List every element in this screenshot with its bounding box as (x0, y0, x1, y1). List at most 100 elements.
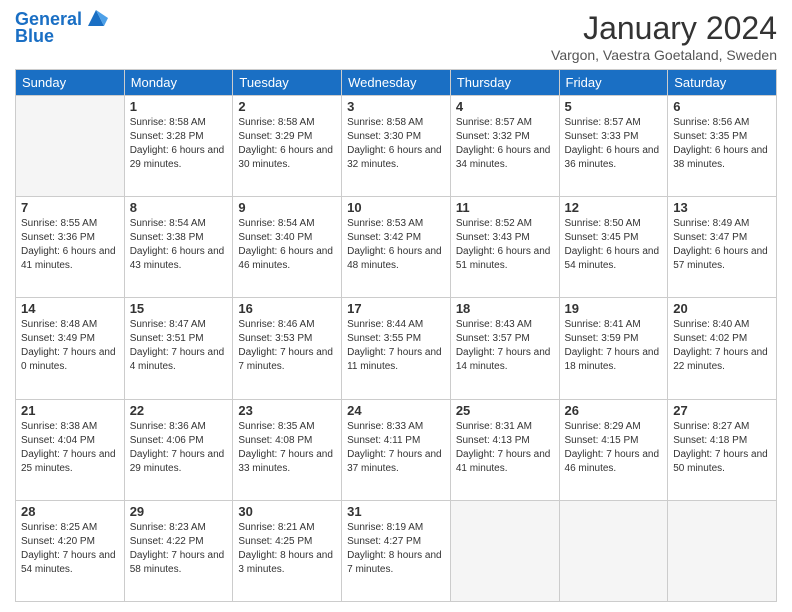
day-info: Sunrise: 8:41 AMSunset: 3:59 PMDaylight:… (565, 318, 663, 374)
day-number: 14 (21, 301, 119, 316)
calendar-cell (16, 96, 125, 197)
day-number: 6 (673, 99, 771, 114)
week-row-2: 7 Sunrise: 8:55 AMSunset: 3:36 PMDaylight… (16, 197, 777, 298)
day-number: 15 (130, 301, 228, 316)
calendar-cell: 26Sunrise: 8:29 AMSunset: 4:15 PMDayligh… (559, 399, 668, 500)
day-info: Sunrise: 8:47 AMSunset: 3:51 PMDaylight:… (130, 318, 228, 374)
day-number: 3 (347, 99, 445, 114)
day-info: Sunrise: 8:23 AMSunset: 4:22 PMDaylight:… (130, 521, 228, 577)
calendar-cell: 31 Sunrise: 8:19 AMSunset: 4:27 PMDayligh… (342, 500, 451, 601)
day-info: Sunrise: 8:40 AMSunset: 4:02 PMDaylight:… (673, 318, 771, 374)
day-number: 2 (238, 99, 336, 114)
day-info: Sunrise: 8:35 AMSunset: 4:08 PMDaylight:… (238, 420, 336, 476)
day-header-friday: Friday (559, 70, 668, 96)
calendar-cell: 7 Sunrise: 8:55 AMSunset: 3:36 PMDaylight… (16, 197, 125, 298)
month-title: January 2024 (551, 10, 777, 47)
day-info: Sunrise: 8:21 AMSunset: 4:25 PMDaylight:… (238, 521, 336, 577)
calendar-cell: 1 Sunrise: 8:58 AMSunset: 3:28 PMDaylight… (124, 96, 233, 197)
day-info: Sunrise: 8:58 AMSunset: 3:28 PMDaylight:… (130, 116, 228, 172)
page: General Blue January 2024 Vargon, Vaestr… (0, 0, 792, 612)
calendar-cell: 17 Sunrise: 8:44 AMSunset: 3:55 PMDayligh… (342, 298, 451, 399)
day-number: 20 (673, 301, 771, 316)
calendar-cell: 21Sunrise: 8:38 AMSunset: 4:04 PMDayligh… (16, 399, 125, 500)
day-header-wednesday: Wednesday (342, 70, 451, 96)
day-number: 9 (238, 200, 336, 215)
calendar-cell: 11 Sunrise: 8:52 AMSunset: 3:43 PMDayligh… (450, 197, 559, 298)
location-subtitle: Vargon, Vaestra Goetaland, Sweden (551, 47, 777, 63)
calendar-cell: 9Sunrise: 8:54 AMSunset: 3:40 PMDaylight… (233, 197, 342, 298)
day-info: Sunrise: 8:46 AMSunset: 3:53 PMDaylight:… (238, 318, 336, 374)
calendar-cell: 2 Sunrise: 8:58 AMSunset: 3:29 PMDaylight… (233, 96, 342, 197)
day-number: 7 (21, 200, 119, 215)
day-info: Sunrise: 8:56 AMSunset: 3:35 PMDaylight:… (673, 116, 771, 172)
logo-icon (84, 6, 108, 30)
calendar-cell: 14 Sunrise: 8:48 AMSunset: 3:49 PMDayligh… (16, 298, 125, 399)
day-number: 22 (130, 403, 228, 418)
day-number: 31 (347, 504, 445, 519)
day-number: 5 (565, 99, 663, 114)
day-info: Sunrise: 8:50 AMSunset: 3:45 PMDaylight:… (565, 217, 663, 273)
title-block: January 2024 Vargon, Vaestra Goetaland, … (551, 10, 777, 63)
calendar-cell: 5 Sunrise: 8:57 AMSunset: 3:33 PMDaylight… (559, 96, 668, 197)
week-row-4: 21Sunrise: 8:38 AMSunset: 4:04 PMDayligh… (16, 399, 777, 500)
day-header-saturday: Saturday (668, 70, 777, 96)
calendar-cell: 4Sunrise: 8:57 AMSunset: 3:32 PMDaylight… (450, 96, 559, 197)
day-info: Sunrise: 8:58 AMSunset: 3:29 PMDaylight:… (238, 116, 336, 172)
day-info: Sunrise: 8:38 AMSunset: 4:04 PMDaylight:… (21, 420, 119, 476)
calendar-cell: 13 Sunrise: 8:49 AMSunset: 3:47 PMDayligh… (668, 197, 777, 298)
calendar-cell: 27 Sunrise: 8:27 AMSunset: 4:18 PMDayligh… (668, 399, 777, 500)
day-number: 1 (130, 99, 228, 114)
calendar-cell: 23 Sunrise: 8:35 AMSunset: 4:08 PMDayligh… (233, 399, 342, 500)
day-info: Sunrise: 8:49 AMSunset: 3:47 PMDaylight:… (673, 217, 771, 273)
calendar-cell (450, 500, 559, 601)
day-info: Sunrise: 8:57 AMSunset: 3:33 PMDaylight:… (565, 116, 663, 172)
calendar-cell: 24Sunrise: 8:33 AMSunset: 4:11 PMDayligh… (342, 399, 451, 500)
calendar-cell: 3 Sunrise: 8:58 AMSunset: 3:30 PMDaylight… (342, 96, 451, 197)
day-info: Sunrise: 8:33 AMSunset: 4:11 PMDaylight:… (347, 420, 445, 476)
day-info: Sunrise: 8:52 AMSunset: 3:43 PMDaylight:… (456, 217, 554, 273)
calendar-cell: 30 Sunrise: 8:21 AMSunset: 4:25 PMDayligh… (233, 500, 342, 601)
day-info: Sunrise: 8:27 AMSunset: 4:18 PMDaylight:… (673, 420, 771, 476)
calendar-cell: 12 Sunrise: 8:50 AMSunset: 3:45 PMDayligh… (559, 197, 668, 298)
day-info: Sunrise: 8:29 AMSunset: 4:15 PMDaylight:… (565, 420, 663, 476)
calendar-cell: 22Sunrise: 8:36 AMSunset: 4:06 PMDayligh… (124, 399, 233, 500)
day-number: 29 (130, 504, 228, 519)
day-number: 12 (565, 200, 663, 215)
day-number: 25 (456, 403, 554, 418)
calendar: SundayMondayTuesdayWednesdayThursdayFrid… (15, 69, 777, 602)
day-header-sunday: Sunday (16, 70, 125, 96)
day-number: 11 (456, 200, 554, 215)
day-number: 10 (347, 200, 445, 215)
day-number: 30 (238, 504, 336, 519)
day-info: Sunrise: 8:43 AMSunset: 3:57 PMDaylight:… (456, 318, 554, 374)
day-number: 23 (238, 403, 336, 418)
day-header-monday: Monday (124, 70, 233, 96)
day-info: Sunrise: 8:48 AMSunset: 3:49 PMDaylight:… (21, 318, 119, 374)
calendar-cell (559, 500, 668, 601)
day-info: Sunrise: 8:57 AMSunset: 3:32 PMDaylight:… (456, 116, 554, 172)
day-info: Sunrise: 8:55 AMSunset: 3:36 PMDaylight:… (21, 217, 119, 273)
logo: General Blue (15, 10, 108, 47)
day-number: 13 (673, 200, 771, 215)
day-number: 18 (456, 301, 554, 316)
day-info: Sunrise: 8:58 AMSunset: 3:30 PMDaylight:… (347, 116, 445, 172)
calendar-cell: 16Sunrise: 8:46 AMSunset: 3:53 PMDayligh… (233, 298, 342, 399)
day-header-thursday: Thursday (450, 70, 559, 96)
day-info: Sunrise: 8:31 AMSunset: 4:13 PMDaylight:… (456, 420, 554, 476)
calendar-cell: 8 Sunrise: 8:54 AMSunset: 3:38 PMDaylight… (124, 197, 233, 298)
calendar-cell: 18 Sunrise: 8:43 AMSunset: 3:57 PMDayligh… (450, 298, 559, 399)
day-number: 17 (347, 301, 445, 316)
week-row-5: 28Sunrise: 8:25 AMSunset: 4:20 PMDayligh… (16, 500, 777, 601)
day-info: Sunrise: 8:54 AMSunset: 3:38 PMDaylight:… (130, 217, 228, 273)
calendar-cell: 19Sunrise: 8:41 AMSunset: 3:59 PMDayligh… (559, 298, 668, 399)
day-number: 8 (130, 200, 228, 215)
calendar-cell: 28Sunrise: 8:25 AMSunset: 4:20 PMDayligh… (16, 500, 125, 601)
day-info: Sunrise: 8:19 AMSunset: 4:27 PMDaylight:… (347, 521, 445, 577)
day-info: Sunrise: 8:44 AMSunset: 3:55 PMDaylight:… (347, 318, 445, 374)
week-row-3: 14 Sunrise: 8:48 AMSunset: 3:49 PMDayligh… (16, 298, 777, 399)
calendar-cell: 15 Sunrise: 8:47 AMSunset: 3:51 PMDayligh… (124, 298, 233, 399)
day-header-tuesday: Tuesday (233, 70, 342, 96)
calendar-header-row: SundayMondayTuesdayWednesdayThursdayFrid… (16, 70, 777, 96)
calendar-cell: 20 Sunrise: 8:40 AMSunset: 4:02 PMDayligh… (668, 298, 777, 399)
day-number: 27 (673, 403, 771, 418)
